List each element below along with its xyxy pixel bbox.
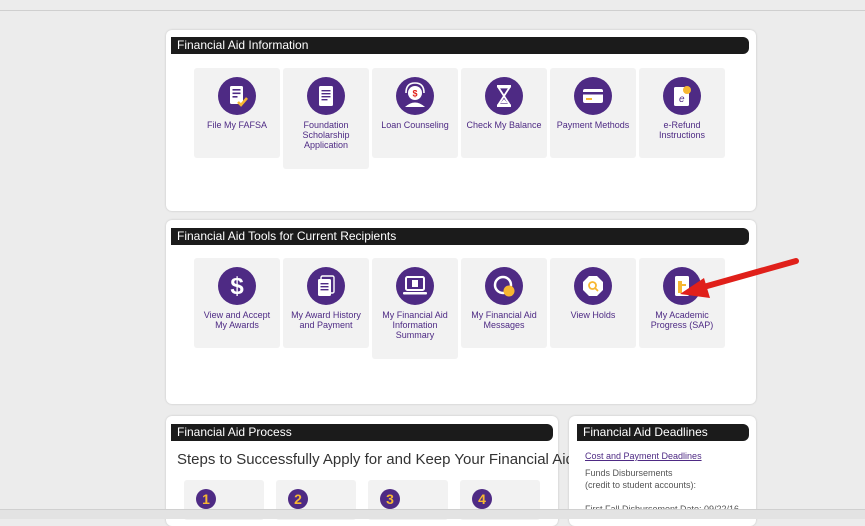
- foundation-scholarship-label: Foundation Scholarship Application: [302, 120, 350, 150]
- view-and-accept-awards-label: View and Accept My Awards: [203, 310, 271, 330]
- award-history-tile[interactable]: My Award History and Payment: [283, 258, 369, 348]
- payment-methods-tile[interactable]: Payment Methods: [550, 68, 636, 158]
- step-number-1: 1: [196, 489, 216, 509]
- financial-aid-messages-tile[interactable]: My Financial Aid Messages: [461, 258, 547, 348]
- funds-disbursements-text: Funds Disbursements: [585, 468, 673, 478]
- laptop-icon: [396, 267, 434, 305]
- view-and-accept-awards-tile[interactable]: $ View and Accept My Awards: [194, 258, 280, 348]
- financial-aid-deadlines-header: Financial Aid Deadlines: [577, 424, 749, 441]
- file-my-fafsa-tile[interactable]: File My FAFSA: [194, 68, 280, 158]
- red-arrow-annotation: [680, 258, 799, 298]
- financial-aid-tools-header: Financial Aid Tools for Current Recipien…: [171, 228, 749, 245]
- payment-methods-label: Payment Methods: [556, 120, 630, 130]
- documents-stack-icon: [307, 267, 345, 305]
- counselor-icon: $: [396, 77, 434, 115]
- view-holds-tile[interactable]: View Holds: [550, 258, 636, 348]
- credit-to-student-accounts-text: (credit to student accounts):: [585, 480, 697, 490]
- foundation-scholarship-tile[interactable]: Foundation Scholarship Application: [283, 68, 369, 169]
- step-number-2: 2: [288, 489, 308, 509]
- loan-counseling-tile[interactable]: $ Loan Counseling: [372, 68, 458, 158]
- chat-bubble-icon: [485, 267, 523, 305]
- document-icon: [307, 77, 345, 115]
- e-refund-icon: e: [663, 77, 701, 115]
- top-divider: [0, 10, 865, 11]
- academic-progress-label: My Academic Progress (SAP): [650, 310, 714, 330]
- hourglass-icon: [485, 77, 523, 115]
- credit-card-icon: [574, 77, 612, 115]
- steps-heading: Steps to Successfully Apply for and Keep…: [177, 451, 574, 468]
- fafsa-checklist-icon: [218, 77, 256, 115]
- check-my-balance-label: Check My Balance: [466, 120, 542, 130]
- view-holds-label: View Holds: [570, 310, 616, 320]
- octagon-search-icon: [574, 267, 612, 305]
- financial-aid-summary-label: My Financial Aid Information Summary: [382, 310, 448, 340]
- award-history-label: My Award History and Payment: [291, 310, 361, 330]
- step-number-3: 3: [380, 489, 400, 509]
- e-refund-instructions-label: e-Refund Instructions: [658, 120, 706, 140]
- dollar-icon: $: [218, 267, 256, 305]
- e-refund-instructions-tile[interactable]: e e-Refund Instructions: [639, 68, 725, 158]
- svg-text:$: $: [230, 273, 244, 300]
- loan-counseling-label: Loan Counseling: [381, 120, 449, 130]
- svg-text:e: e: [679, 94, 685, 105]
- financial-aid-summary-tile[interactable]: My Financial Aid Information Summary: [372, 258, 458, 359]
- cost-and-payment-deadlines-link[interactable]: Cost and Payment Deadlines: [585, 451, 702, 461]
- step-number-4: 4: [472, 489, 492, 509]
- financial-aid-messages-label: My Financial Aid Messages: [471, 310, 537, 330]
- check-my-balance-tile[interactable]: Check My Balance: [461, 68, 547, 158]
- financial-aid-information-header: Financial Aid Information: [171, 37, 749, 54]
- svg-text:$: $: [412, 89, 417, 99]
- file-my-fafsa-label: File My FAFSA: [206, 120, 267, 130]
- financial-aid-process-header: Financial Aid Process: [171, 424, 553, 441]
